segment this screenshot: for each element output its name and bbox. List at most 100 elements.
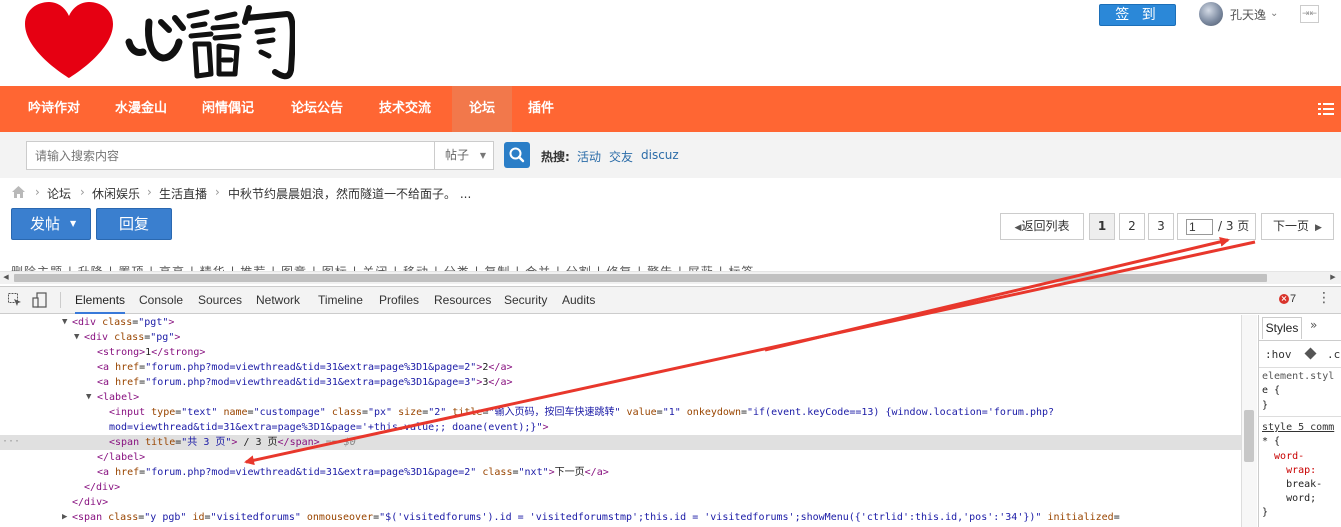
dom-node[interactable]: <strong>1</strong> <box>0 345 1241 360</box>
dom-node[interactable]: <a href="forum.php?mod=viewthread&tid=31… <box>0 465 1241 480</box>
reply-button[interactable]: 回复 <box>96 208 172 240</box>
chevron-down-icon[interactable]: ⌄ <box>1270 8 1278 19</box>
tab-resources[interactable]: Resources <box>434 287 491 314</box>
style-rule-text: } <box>1262 400 1269 411</box>
style-rule-text: } <box>1262 507 1269 518</box>
search-type-select[interactable]: 帖子 ▼ <box>434 141 494 170</box>
search-button[interactable] <box>504 142 530 168</box>
tab-timeline[interactable]: Timeline <box>318 287 363 314</box>
home-icon[interactable] <box>11 185 26 199</box>
dom-node[interactable]: </div> <box>0 495 1241 510</box>
back-to-list-button[interactable]: ◀返回列表 <box>1000 213 1084 240</box>
site-header: 签 到 孔天逸 ⌄ ⇥⇤ <box>0 0 1341 86</box>
user-avatar[interactable] <box>1199 2 1223 26</box>
toolbar-divider <box>60 292 61 308</box>
style-rule-selector: element.styl <box>1262 371 1335 382</box>
inspect-element-icon[interactable] <box>8 293 22 307</box>
style-source-link[interactable]: style 5 comm <box>1262 422 1334 433</box>
style-property: word- <box>1262 451 1305 462</box>
dom-tree[interactable]: ▼ <div class="pgt"> ▼ <div class="pg"> <st… <box>0 315 1241 527</box>
search-input[interactable] <box>26 141 434 170</box>
tab-audits[interactable]: Audits <box>562 287 595 314</box>
back-to-list-label: 返回列表 <box>1021 219 1070 233</box>
caret-down-icon: ▼ <box>70 219 77 228</box>
dom-node[interactable]: ▶ <span class="y pgb" id="visitedforums" … <box>0 510 1241 525</box>
page-link-3[interactable]: 3 <box>1148 213 1174 240</box>
dom-node[interactable]: <input type="text" name="custompage" cla… <box>0 405 1241 420</box>
breadcrumb-live[interactable]: 生活直播 <box>159 185 207 202</box>
dom-node[interactable]: ▼ <div class="pgt"> <box>0 315 1241 330</box>
style-value: word; <box>1262 493 1317 504</box>
style-value: break- <box>1262 479 1323 490</box>
hot-link-friends[interactable]: 交友 <box>609 148 633 165</box>
tab-sources[interactable]: Sources <box>198 287 242 314</box>
class-toggle[interactable]: .c <box>1327 348 1340 361</box>
moderation-toolbar: 删除主题 | 升降 | 置顶 | 高亮 | 精华 | 推荐 | 图章 | 图标 … <box>11 263 1311 271</box>
new-post-button[interactable]: 发帖 ▼ <box>11 208 91 240</box>
new-post-label: 发帖 <box>30 215 61 233</box>
checkin-button[interactable]: 签 到 <box>1099 4 1176 26</box>
nav-item-leisure[interactable]: 闲情偶记 <box>188 86 268 132</box>
selected-node-marker: == $0 <box>325 437 356 448</box>
breadcrumb-separator: › <box>215 185 220 199</box>
breadcrumb-forum[interactable]: 论坛 <box>47 185 71 202</box>
dom-node[interactable]: <a href="forum.php?mod=viewthread&tid=31… <box>0 375 1241 390</box>
dom-node[interactable]: ▼ <div class="pg"> <box>0 330 1241 345</box>
scrollbar-thumb[interactable] <box>14 274 1267 282</box>
dom-node-selected[interactable]: <span title="共 3 页"> / 3 页</span> == $0 <box>0 435 1241 450</box>
breadcrumb-separator: › <box>80 185 85 199</box>
rule-divider <box>1259 416 1341 417</box>
dom-node[interactable]: <a href="forum.php?mod=viewthread&tid=31… <box>0 360 1241 375</box>
breadcrumb-thread-title[interactable]: 中秋节约晨晨姐浪，然而隧道一不给面子。 ... <box>228 185 471 202</box>
tab-console[interactable]: Console <box>139 287 183 314</box>
new-rule-icon[interactable] <box>1304 347 1317 360</box>
device-mode-icon[interactable] <box>32 292 48 308</box>
more-tabs-icon[interactable]: » <box>1310 318 1317 332</box>
hot-link-discuz[interactable]: discuz <box>641 148 679 162</box>
caret-right-icon: ▶ <box>1315 223 1322 233</box>
next-page-button[interactable]: 下一页 ▶ <box>1261 213 1334 240</box>
dom-node[interactable]: </label> <box>0 450 1241 465</box>
nav-item-announcements[interactable]: 论坛公告 <box>277 86 357 132</box>
nav-item-forum[interactable]: 论坛 <box>452 86 512 132</box>
tab-styles[interactable]: Styles <box>1262 317 1302 339</box>
dom-node[interactable]: mod=viewthread&tid=31&extra=page%3D1&pag… <box>0 420 1241 435</box>
ellipsis-icon: ··· <box>2 436 21 447</box>
more-options-icon[interactable]: ⋮ <box>1317 290 1331 308</box>
style-property: wrap: <box>1262 465 1317 476</box>
hot-link-activity[interactable]: 活动 <box>577 148 601 165</box>
caret-down-icon: ▼ <box>479 151 486 160</box>
dom-node[interactable]: ▼ <label> <box>0 390 1241 405</box>
style-rule-text: * { <box>1262 436 1281 447</box>
scroll-right-icon[interactable]: ▶ <box>1328 272 1338 283</box>
error-icon[interactable]: × <box>1279 294 1289 304</box>
style-rule-text: e { <box>1262 385 1281 396</box>
hot-search-label: 热搜: <box>541 150 570 164</box>
search-icon <box>509 147 525 163</box>
page-link-2[interactable]: 2 <box>1119 213 1145 240</box>
page-link-1[interactable]: 1 <box>1089 213 1115 240</box>
nav-item-water[interactable]: 水漫金山 <box>101 86 181 132</box>
scrollbar-thumb[interactable] <box>1244 410 1254 462</box>
site-logo[interactable] <box>11 0 296 82</box>
error-count[interactable]: 7 <box>1290 293 1296 305</box>
breadcrumb-entertainment[interactable]: 休闲娱乐 <box>92 185 140 202</box>
breadcrumb-separator: › <box>35 185 40 199</box>
nav-item-tech[interactable]: 技术交流 <box>365 86 445 132</box>
username-link[interactable]: 孔天逸 <box>1230 6 1266 23</box>
dom-node[interactable]: </div> <box>0 480 1241 495</box>
page-total-label: / 3 页 <box>1218 219 1250 233</box>
main-nav: 吟诗作对 水漫金山 闲情偶记 论坛公告 技术交流 论坛 插件 <box>0 86 1341 132</box>
tab-security[interactable]: Security <box>504 287 547 314</box>
collapse-icon[interactable]: ⇥⇤ <box>1300 5 1319 23</box>
tab-elements[interactable]: Elements <box>75 287 126 314</box>
tab-network[interactable]: Network <box>256 287 300 314</box>
tab-profiles[interactable]: Profiles <box>379 287 419 314</box>
nav-item-plugins[interactable]: 插件 <box>514 86 568 132</box>
breadcrumb-separator: › <box>147 185 152 199</box>
hamburger-icon[interactable] <box>1318 100 1336 118</box>
nav-item-poetry[interactable]: 吟诗作对 <box>14 86 94 132</box>
page-jump-input[interactable] <box>1186 219 1213 235</box>
hover-state-toggle[interactable]: :hov <box>1265 348 1292 361</box>
scroll-left-icon[interactable]: ◀ <box>1 272 11 283</box>
